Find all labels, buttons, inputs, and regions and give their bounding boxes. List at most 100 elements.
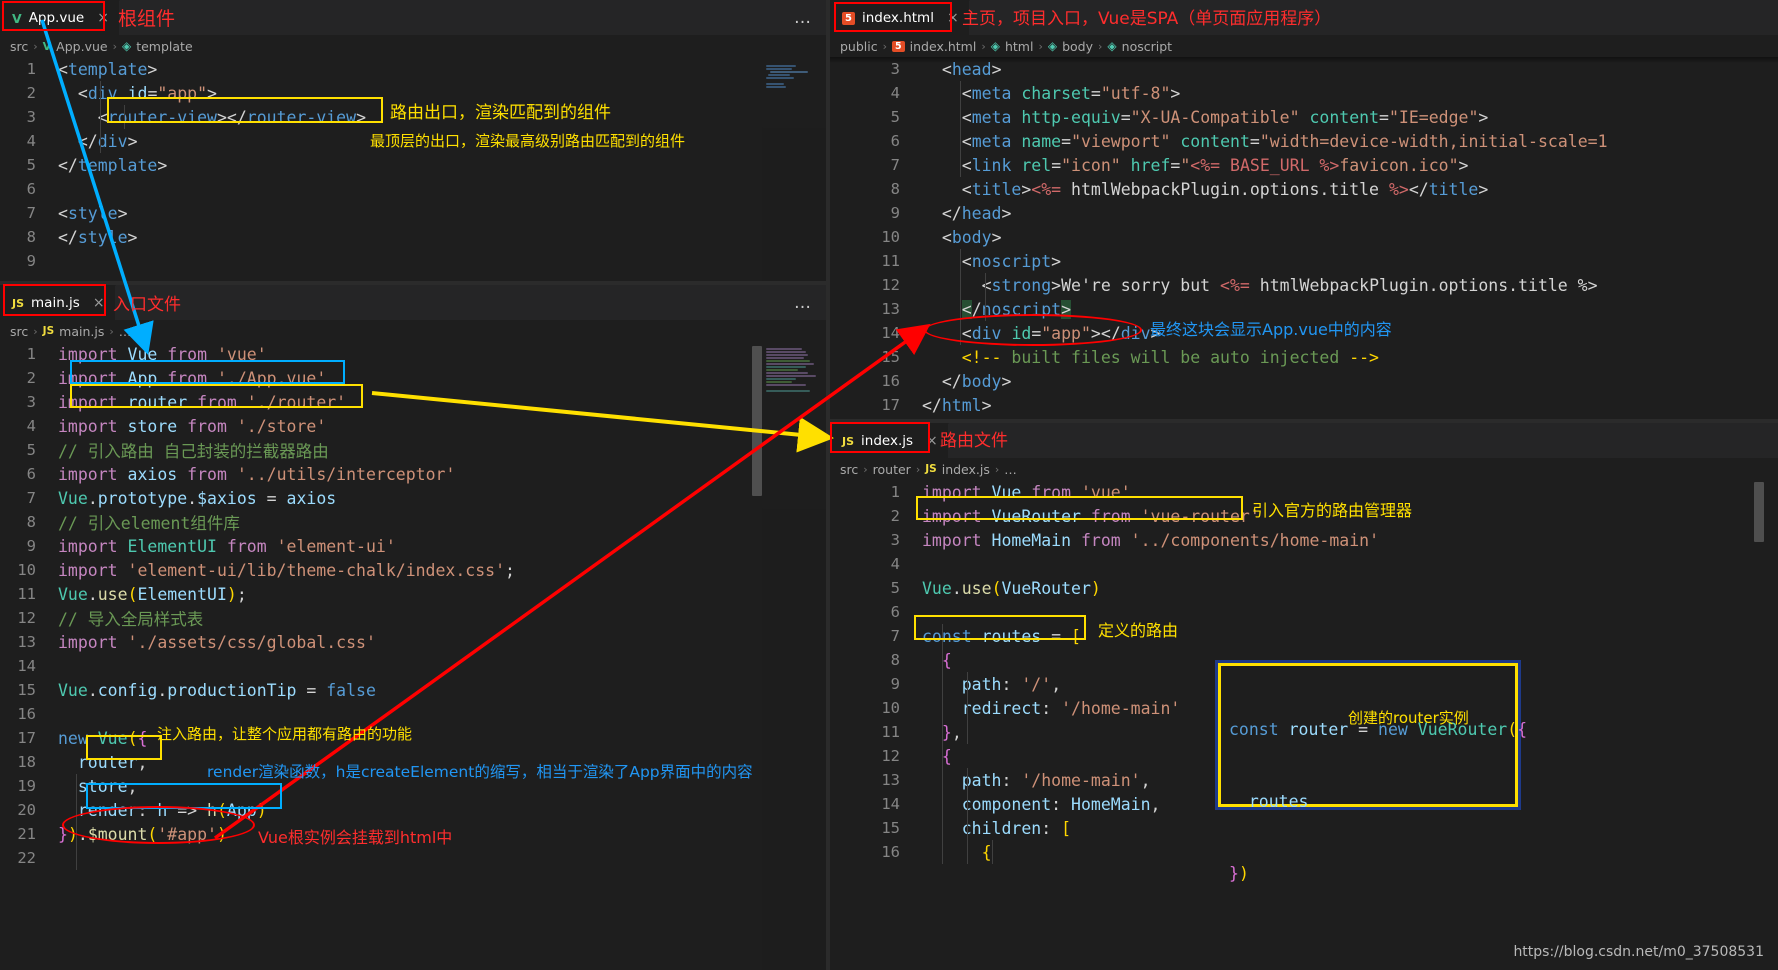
note-render-function: render渲染函数，h是createElement的缩写，相当于渲染了App界… bbox=[207, 763, 753, 781]
breadcrumb-public[interactable]: public bbox=[840, 39, 878, 54]
line-number: 17 bbox=[17, 729, 36, 747]
code-line: 4 import store from './store' bbox=[0, 414, 826, 438]
snippet-line bbox=[1229, 934, 1515, 958]
line-number: 8 bbox=[890, 651, 900, 669]
minimap-app-vue[interactable] bbox=[762, 57, 826, 281]
breadcrumb-sep-icon: › bbox=[915, 462, 921, 476]
scroll-shadow bbox=[830, 57, 1778, 63]
breadcrumb-noscript[interactable]: noscript bbox=[1122, 39, 1172, 54]
breadcrumb-symbol[interactable]: … bbox=[1004, 462, 1017, 477]
highlight-ellipse-div-app bbox=[924, 314, 1142, 346]
line-number: 12 bbox=[881, 747, 900, 765]
line-number: 8 bbox=[890, 180, 900, 198]
note-div-app-shows-app-vue: 最终这块会显示App.vue中的内容 bbox=[1150, 320, 1392, 339]
symbol-icon: ◈ bbox=[990, 39, 1000, 53]
breadcrumb-sep-icon: › bbox=[109, 324, 114, 338]
code-line: 7 Vue.prototype.$axios = axios bbox=[0, 486, 826, 510]
more-actions-icon[interactable]: … bbox=[780, 285, 826, 320]
breadcrumb-file[interactable]: main.js bbox=[59, 324, 104, 339]
breadcrumb-file[interactable]: index.js bbox=[942, 462, 990, 477]
code-line: 16 bbox=[0, 702, 826, 726]
highlight-box-router-option bbox=[86, 735, 162, 760]
note-inject-router: 注入路由，让整个应用都有路由的功能 bbox=[157, 725, 413, 743]
symbol-icon: ◈ bbox=[121, 39, 132, 53]
highlight-box-const-routes bbox=[914, 615, 1086, 640]
line-number: 14 bbox=[17, 657, 36, 675]
code-line: 12 <strong>We're sorry but <%= htmlWebpa… bbox=[830, 273, 1778, 297]
code-line: 5 // 引入路由 自己封装的拦截器路由 bbox=[0, 438, 826, 462]
code-line: 22 bbox=[0, 846, 826, 870]
tabbar-empty-space bbox=[115, 285, 780, 320]
breadcrumb-src[interactable]: src bbox=[10, 324, 28, 339]
code-editor-app-vue[interactable]: 1 <template> 2 <div id="app"> 3 <router-v… bbox=[0, 57, 826, 281]
line-number: 14 bbox=[881, 324, 900, 342]
line-number: 20 bbox=[17, 801, 36, 819]
more-actions-icon[interactable]: … bbox=[780, 0, 826, 35]
breadcrumb-file[interactable]: App.vue bbox=[56, 39, 107, 54]
breadcrumb-app-vue[interactable]: src › V App.vue › ◈ template bbox=[0, 35, 826, 57]
highlight-box-render-option bbox=[86, 783, 282, 809]
line-number: 14 bbox=[881, 795, 900, 813]
code-line: 11 Vue.use(ElementUI); bbox=[0, 582, 826, 606]
breadcrumb-index-js[interactable]: src › router › JS index.js › … bbox=[830, 458, 1778, 480]
line-number: 3 bbox=[26, 108, 36, 126]
code-line: 7 <style> bbox=[0, 201, 826, 225]
snippet-line: routes bbox=[1248, 792, 1309, 811]
code-line: 9 import ElementUI from 'element-ui' bbox=[0, 534, 826, 558]
breadcrumb-sep-icon: › bbox=[863, 462, 868, 476]
line-number: 18 bbox=[17, 753, 36, 771]
code-editor-index-html[interactable]: 3 <head> 4 <meta charset="utf-8"> 5 <met… bbox=[830, 57, 1778, 419]
vue-file-icon: V bbox=[42, 39, 52, 53]
breadcrumb-sep-icon: › bbox=[33, 324, 38, 338]
code-line: 5 </template> bbox=[0, 153, 826, 177]
line-number: 5 bbox=[26, 441, 36, 459]
note-defined-routes: 定义的路由 bbox=[1098, 621, 1179, 640]
code-line: 9 bbox=[0, 249, 826, 273]
breadcrumb-file[interactable]: index.html bbox=[910, 39, 977, 54]
code-line: 8 </style> bbox=[0, 225, 826, 249]
breadcrumb-main-js[interactable]: src › JS main.js › … bbox=[0, 320, 826, 342]
code-editor-main-js[interactable]: 1 import Vue from 'vue' 2 import App from … bbox=[0, 342, 826, 970]
code-line: 6 import axios from '../utils/interceptor… bbox=[0, 462, 826, 486]
note-router-view-top-level: 最顶层的出口，渲染最高级别路由匹配到的组件 bbox=[370, 132, 686, 150]
line-number: 16 bbox=[881, 372, 900, 390]
line-number: 11 bbox=[17, 585, 36, 603]
line-number: 17 bbox=[881, 396, 900, 414]
code-line: 1 <template> bbox=[0, 57, 826, 81]
line-number: 8 bbox=[26, 228, 36, 246]
indent-guide bbox=[100, 81, 101, 153]
highlight-box-import-router bbox=[70, 384, 363, 408]
breadcrumb-symbol[interactable]: … bbox=[119, 324, 132, 339]
note-index-html-entry: 主页，项目入口，Vue是SPA（单页面应用程序） bbox=[962, 9, 1332, 29]
code-line: 13 import './assets/css/global.css' bbox=[0, 630, 826, 654]
line-number: 10 bbox=[17, 561, 36, 579]
scrollbar-thumb-main-js[interactable] bbox=[752, 346, 762, 496]
html-file-icon: 5 bbox=[892, 40, 905, 52]
line-number: 2 bbox=[890, 507, 900, 525]
breadcrumb-router[interactable]: router bbox=[873, 462, 911, 477]
snippet-line: }) bbox=[1229, 864, 1249, 883]
highlight-box-main-js-tab bbox=[3, 284, 106, 316]
breadcrumb-symbol[interactable]: template bbox=[136, 39, 192, 54]
breadcrumb-sep-icon: › bbox=[112, 39, 117, 53]
highlight-ellipse-mount bbox=[62, 806, 255, 844]
highlight-box-router-view bbox=[107, 97, 383, 123]
highlight-box-import-app bbox=[70, 360, 345, 384]
code-line: 7 <link rel="icon" href="<%= BASE_URL %>… bbox=[830, 153, 1778, 177]
code-comment: // 引入element组件库 bbox=[58, 514, 240, 533]
code-line: 6 bbox=[0, 177, 826, 201]
breadcrumb-html[interactable]: html bbox=[1005, 39, 1033, 54]
line-number: 4 bbox=[890, 555, 900, 573]
line-number: 15 bbox=[17, 681, 36, 699]
breadcrumb-body[interactable]: body bbox=[1062, 39, 1093, 54]
line-number: 1 bbox=[26, 345, 36, 363]
breadcrumb-src[interactable]: src bbox=[10, 39, 28, 54]
code-line: 8 <title><%= htmlWebpackPlugin.options.t… bbox=[830, 177, 1778, 201]
breadcrumb-index-html[interactable]: public › 5 index.html › ◈ html › ◈ body … bbox=[830, 35, 1778, 57]
scrollbar-thumb-index-js[interactable] bbox=[1754, 482, 1764, 542]
line-number: 5 bbox=[890, 579, 900, 597]
line-number: 9 bbox=[890, 675, 900, 693]
minimap-main-js[interactable] bbox=[762, 342, 826, 970]
breadcrumb-src[interactable]: src bbox=[840, 462, 858, 477]
code-line: 9 </head> bbox=[830, 201, 1778, 225]
